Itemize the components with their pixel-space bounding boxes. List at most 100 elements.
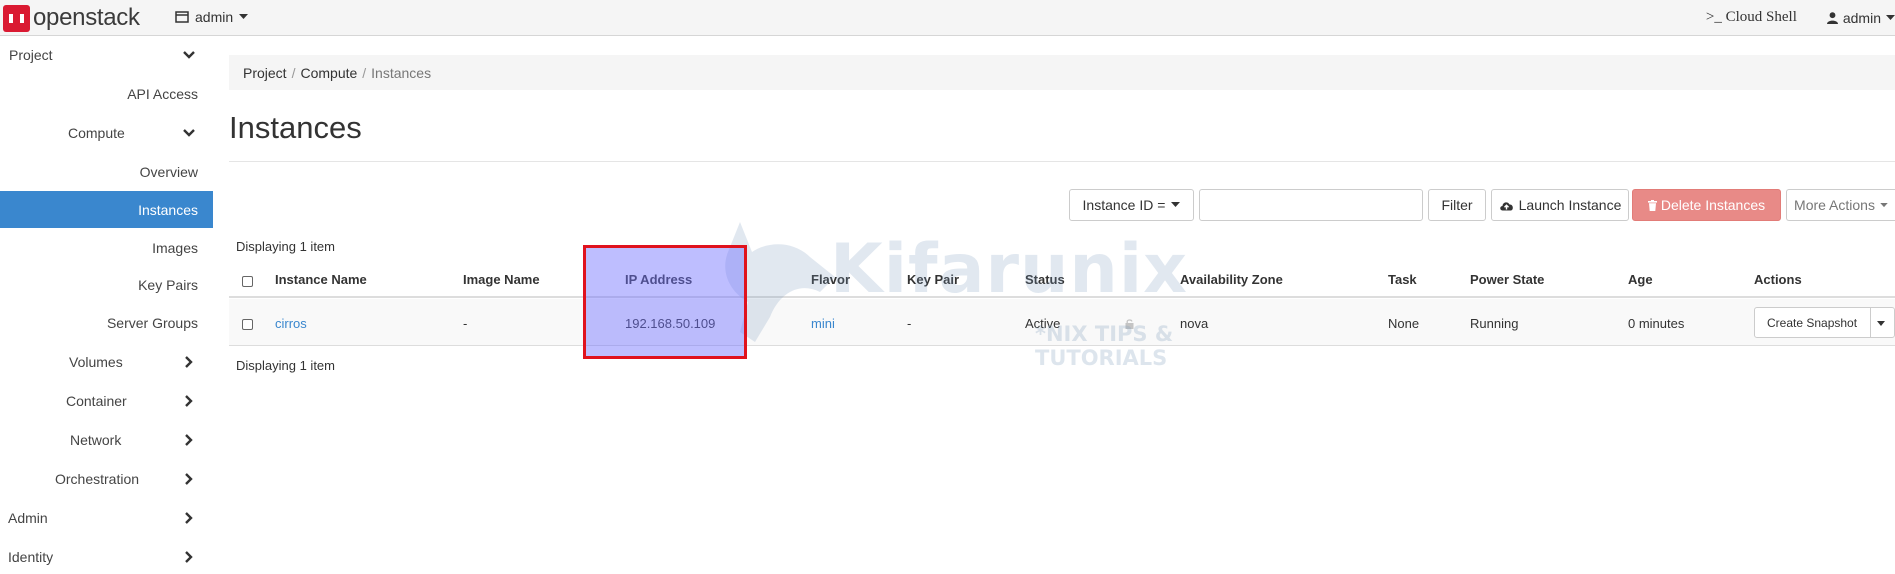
filter-button[interactable]: Filter <box>1428 189 1486 221</box>
column-header-task[interactable]: Task <box>1388 272 1417 287</box>
column-header-power-state[interactable]: Power State <box>1470 272 1544 287</box>
breadcrumb-separator: / <box>291 64 296 81</box>
filter-input[interactable] <box>1199 189 1423 221</box>
sidebar-item-volumes[interactable]: Volumes <box>0 345 213 379</box>
table-count: Displaying 1 item <box>236 358 335 373</box>
flavor-link[interactable]: mini <box>811 316 835 331</box>
filter-field-label: Instance ID = <box>1082 197 1166 213</box>
column-header-flavor[interactable]: Flavor <box>811 272 850 287</box>
sidebar-item-label: Compute <box>68 125 125 141</box>
chevron-right-icon <box>185 434 193 446</box>
filter-field-dropdown[interactable]: Instance ID = <box>1069 189 1194 221</box>
user-menu[interactable]: admin <box>1826 9 1895 26</box>
project-switcher-label: admin <box>195 9 234 25</box>
trash-icon <box>1647 199 1657 211</box>
sidebar-item-label: Instances <box>138 201 198 218</box>
sidebar-item-label: Images <box>152 240 198 256</box>
chevron-down-icon <box>183 129 195 137</box>
sidebar: Project API Access Compute Overview Inst… <box>0 37 213 571</box>
sidebar-item-label: Overview <box>139 164 198 180</box>
chevron-right-icon <box>185 356 193 368</box>
sidebar-item-server-groups[interactable]: Server Groups <box>0 306 213 340</box>
caret-down-icon <box>1880 202 1888 207</box>
key-pair-cell: - <box>907 316 912 331</box>
breadcrumb-current: Instances <box>371 64 432 81</box>
column-header-status[interactable]: Status <box>1025 272 1065 287</box>
sidebar-item-label: Admin <box>8 510 48 526</box>
sidebar-item-label: Server Groups <box>106 315 198 331</box>
caret-down-icon <box>1886 14 1895 20</box>
table-count: Displaying 1 item <box>236 239 335 254</box>
sidebar-item-overview[interactable]: Overview <box>0 155 213 189</box>
column-header-key-pair[interactable]: Key Pair <box>907 272 959 287</box>
chevron-right-icon <box>185 473 193 485</box>
chevron-right-icon <box>185 395 193 407</box>
sidebar-item-key-pairs[interactable]: Key Pairs <box>0 268 213 302</box>
delete-instances-button[interactable]: Delete Instances <box>1632 189 1781 221</box>
create-snapshot-button[interactable]: Create Snapshot <box>1754 307 1895 338</box>
ip-address-highlight <box>583 245 747 359</box>
user-icon <box>1826 11 1838 24</box>
sidebar-item-label: Volumes <box>69 354 123 370</box>
availability-zone-cell: nova <box>1180 316 1209 331</box>
user-menu-label: admin <box>1842 9 1881 26</box>
sidebar-item-compute[interactable]: Compute <box>0 116 213 150</box>
more-actions-button[interactable]: More Actions <box>1786 189 1895 221</box>
caret-down-icon <box>239 14 249 19</box>
delete-instances-label: Delete Instances <box>1660 197 1766 213</box>
sidebar-item-label: Identity <box>8 549 54 565</box>
task-cell: None <box>1388 316 1420 331</box>
chevron-right-icon <box>185 551 193 563</box>
sidebar-item-label: Key Pairs <box>138 277 198 293</box>
caret-down-icon[interactable] <box>1877 321 1885 326</box>
chevron-down-icon <box>183 51 195 59</box>
sidebar-item-label: Project <box>9 47 53 63</box>
sidebar-item-label: Network <box>70 432 122 448</box>
sidebar-item-identity[interactable]: Identity <box>0 540 213 574</box>
status-cell: Active <box>1025 316 1061 331</box>
sidebar-item-images[interactable]: Images <box>0 231 213 265</box>
brand[interactable]: openstack <box>3 4 140 32</box>
page-title: Instances <box>229 110 362 145</box>
sidebar-item-network[interactable]: Network <box>0 423 213 457</box>
project-switcher[interactable]: admin <box>175 9 249 25</box>
sidebar-item-project[interactable]: Project <box>0 38 213 72</box>
column-header-image-name[interactable]: Image Name <box>463 272 540 287</box>
divider <box>229 161 1895 162</box>
brand-name: openstack <box>33 4 140 31</box>
breadcrumb-separator: / <box>362 64 367 81</box>
column-header-age[interactable]: Age <box>1628 272 1653 287</box>
sidebar-item-container[interactable]: Container <box>0 384 213 418</box>
column-header-actions: Actions <box>1754 272 1802 287</box>
create-snapshot-label: Create Snapshot <box>1767 316 1858 330</box>
image-name-cell: - <box>463 316 468 331</box>
sidebar-item-admin[interactable]: Admin <box>0 501 213 535</box>
launch-instance-label: Launch Instance <box>1518 197 1622 213</box>
column-header-instance-name[interactable]: Instance Name <box>275 272 367 287</box>
table-header-divider <box>229 296 1895 298</box>
split-divider <box>1870 308 1871 337</box>
project-icon <box>175 11 189 23</box>
cloud-shell-link[interactable]: >_ Cloud Shell <box>1706 9 1797 26</box>
breadcrumb: Project / Compute / Instances <box>229 55 1895 90</box>
sidebar-item-api-access[interactable]: API Access <box>0 77 213 111</box>
breadcrumb-project[interactable]: Project <box>243 65 287 81</box>
cloud-upload-icon <box>1499 201 1513 210</box>
select-all-checkbox[interactable] <box>242 276 253 287</box>
sidebar-item-label: Orchestration <box>55 471 140 487</box>
filter-button-label: Filter <box>1441 197 1473 213</box>
breadcrumb-compute[interactable]: Compute <box>300 65 357 81</box>
sidebar-item-orchestration[interactable]: Orchestration <box>0 462 213 496</box>
column-header-availability-zone[interactable]: Availability Zone <box>1180 272 1283 287</box>
instance-name-link[interactable]: cirros <box>275 316 307 331</box>
lock-icon <box>1125 319 1134 329</box>
launch-instance-button[interactable]: Launch Instance <box>1491 189 1629 221</box>
sidebar-item-label: API Access <box>127 86 198 102</box>
sidebar-item-label: Container <box>66 393 127 409</box>
row-select-checkbox[interactable] <box>242 319 253 330</box>
sidebar-item-instances[interactable]: Instances <box>0 191 213 228</box>
more-actions-label: More Actions <box>1794 197 1875 213</box>
openstack-logo-icon <box>3 4 30 32</box>
top-navbar: openstack admin >_ Cloud Shell admin <box>0 0 1895 36</box>
power-state-cell: Running <box>1470 316 1519 331</box>
